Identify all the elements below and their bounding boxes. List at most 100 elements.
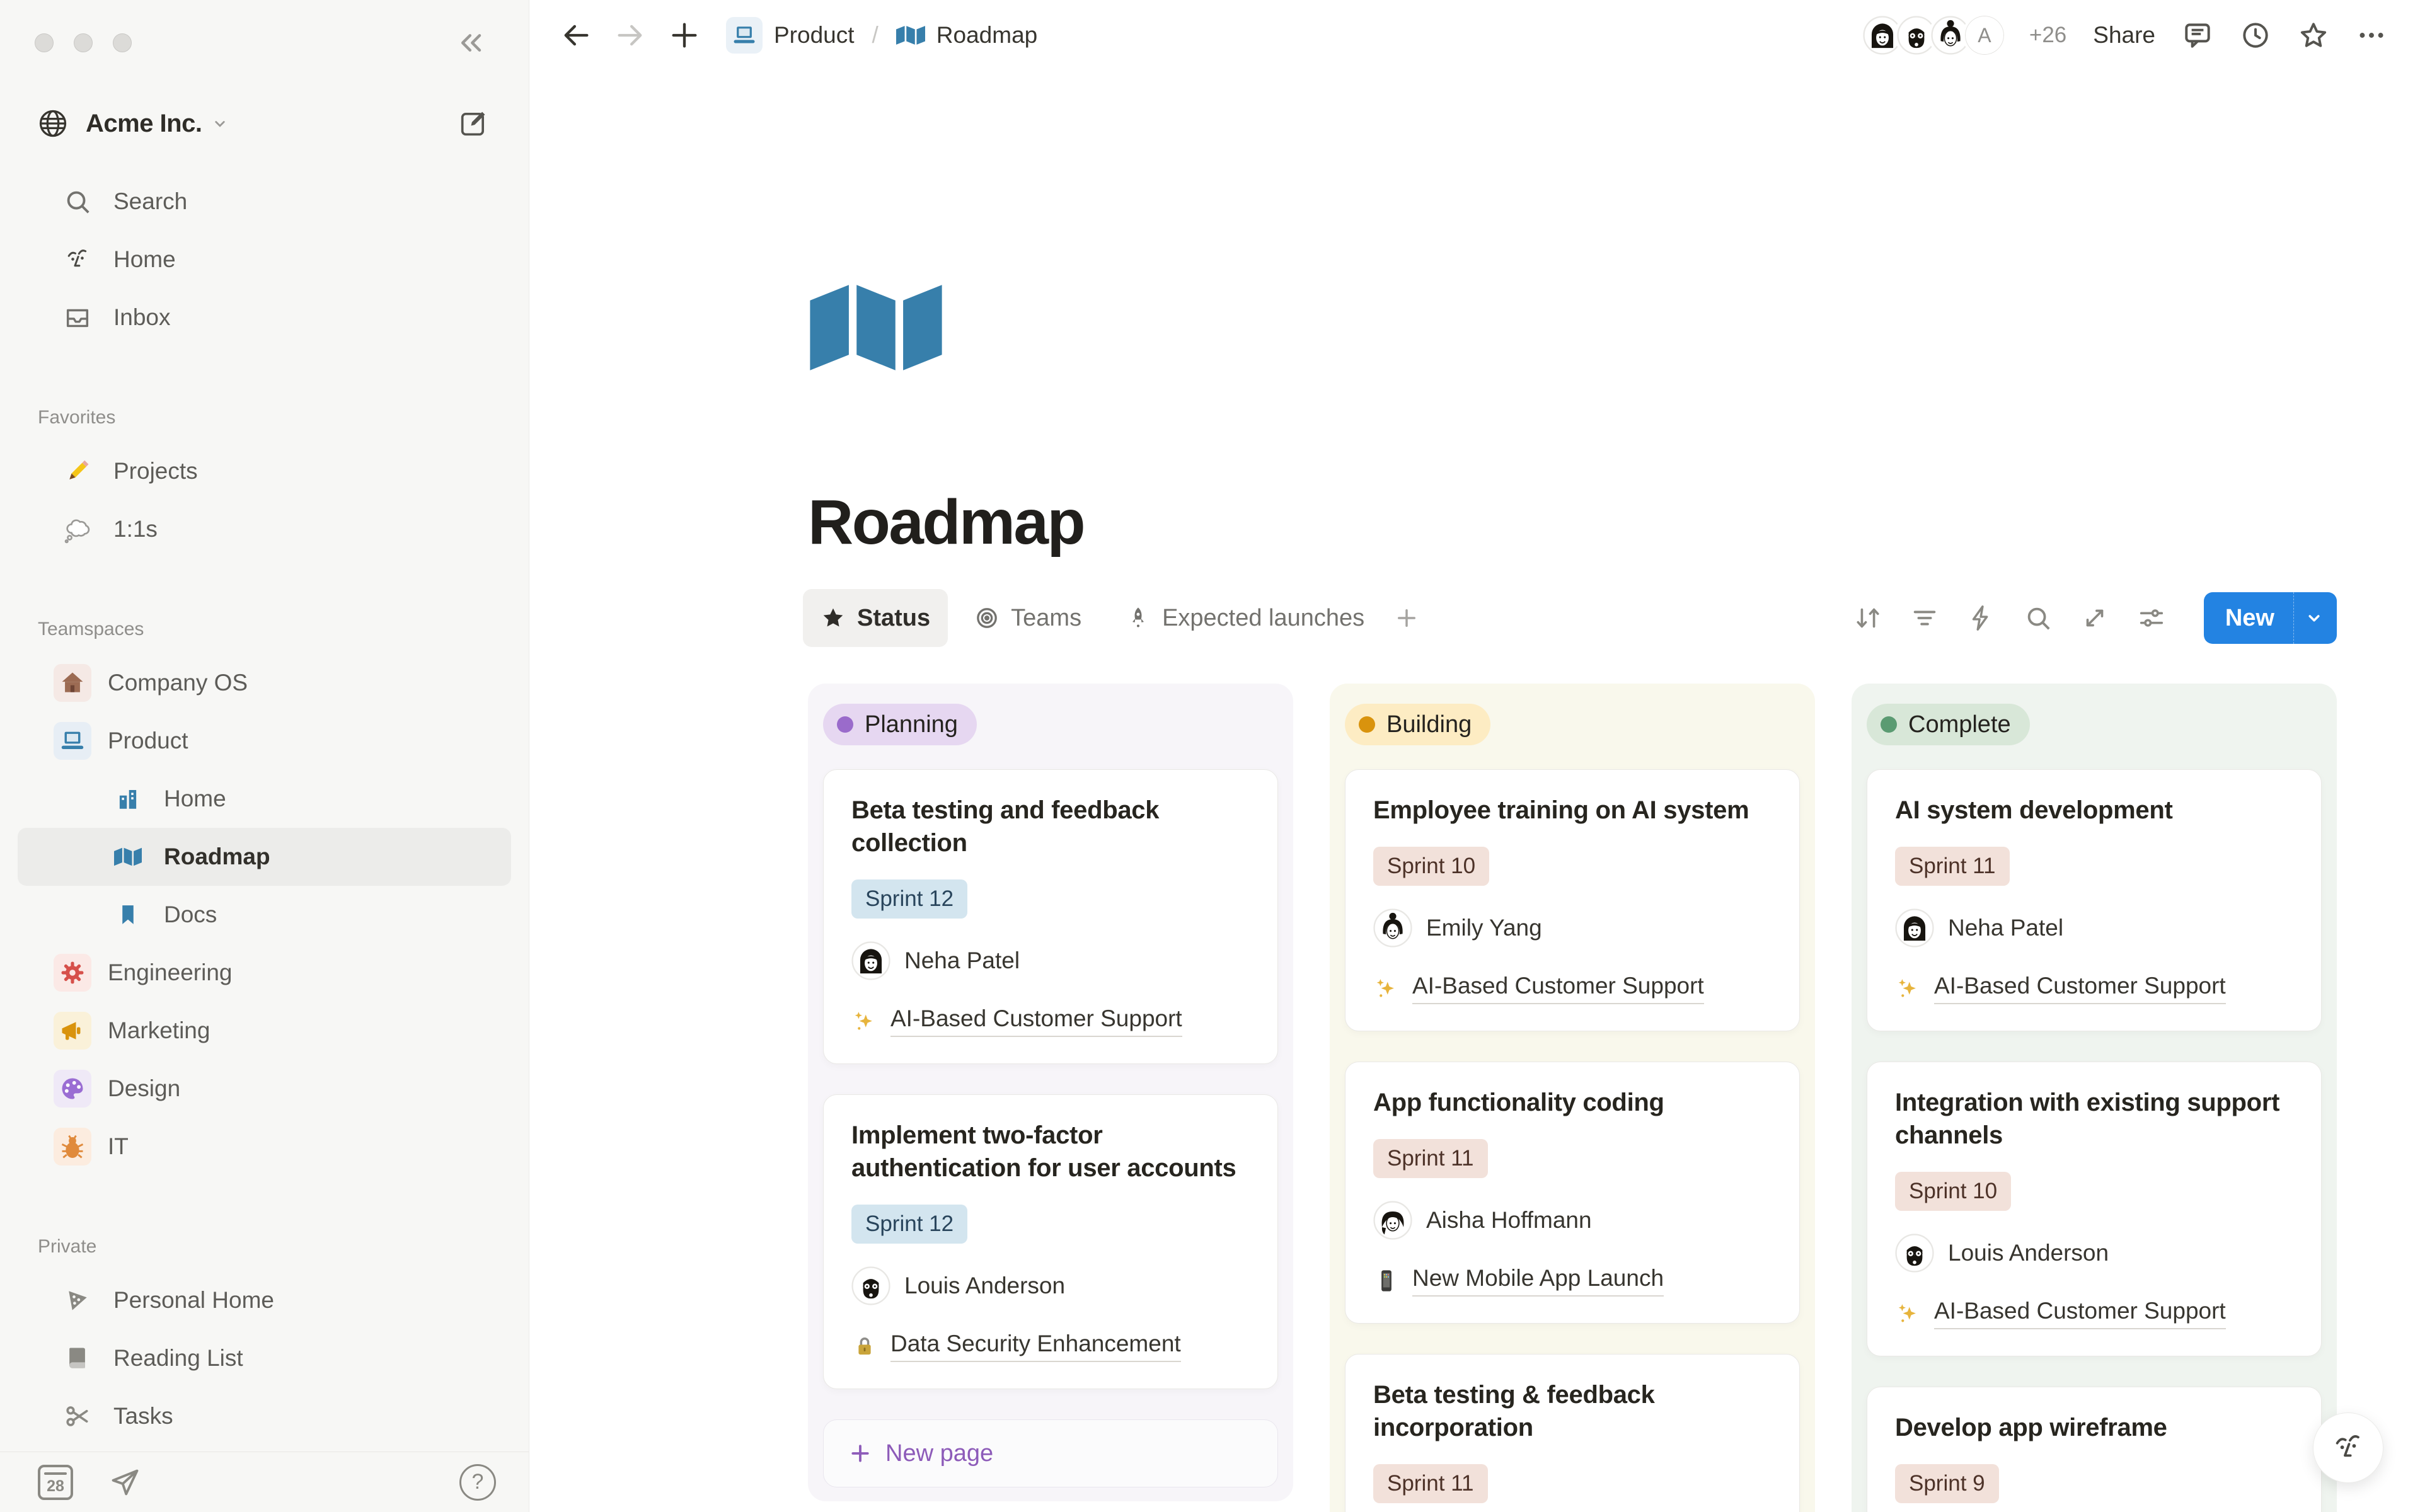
sidebar-collapse-icon[interactable] [453, 25, 488, 60]
window-close-button[interactable] [35, 33, 54, 52]
new-page-icon[interactable] [668, 19, 701, 52]
sidebar-item-marketing[interactable]: Marketing [18, 1002, 511, 1060]
section-label-teamspaces: Teamspaces [0, 619, 529, 640]
assignee: Louis Anderson [851, 1266, 1250, 1305]
sidebar-item-projects[interactable]: Projects [18, 442, 511, 500]
window-controls [0, 0, 529, 60]
card[interactable]: Beta testing and feedback collection Spr… [823, 769, 1278, 1064]
map-icon [896, 23, 925, 47]
filter-icon[interactable] [1910, 604, 1939, 633]
sidebar-item-product-docs[interactable]: Docs [18, 886, 511, 944]
send-icon[interactable] [108, 1466, 141, 1499]
page-icon-map[interactable] [808, 277, 2420, 378]
collaborator-avatars[interactable]: A [1860, 13, 2007, 57]
avatar [851, 941, 890, 980]
page-title[interactable]: Roadmap [808, 486, 2420, 559]
card[interactable]: Implement two-factor authentication for … [823, 1094, 1278, 1389]
view-settings-icon[interactable] [2137, 604, 2166, 633]
status-dot [1881, 716, 1897, 733]
column-status-pill[interactable]: Planning [823, 704, 977, 745]
new-dropdown-chevron-icon[interactable] [2293, 592, 2337, 644]
breadcrumb-team[interactable]: Product [774, 22, 855, 49]
updates-clock-icon[interactable] [2240, 20, 2271, 51]
sidebar-item-tasks[interactable]: Tasks [18, 1387, 511, 1445]
card[interactable]: App functionality coding Sprint 11 Aisha… [1345, 1062, 1800, 1324]
related-page-link[interactable]: AI-Based Customer Support [1895, 973, 2293, 1004]
assignee: Louis Anderson [1895, 1234, 2293, 1273]
tab-status[interactable]: Status [803, 589, 948, 647]
laptop-icon[interactable] [726, 17, 763, 54]
assignee: Aisha Hoffmann [1373, 1201, 1772, 1240]
related-page-link[interactable]: Data Security Enhancement [851, 1331, 1250, 1362]
house-icon [54, 664, 91, 702]
sidebar-item-design[interactable]: Design [18, 1060, 511, 1118]
sidebar-item-home[interactable]: Home [18, 231, 511, 289]
ai-face-icon [2330, 1429, 2366, 1466]
related-page-link[interactable]: AI-Based Customer Support [1373, 973, 1772, 1004]
new-page-button[interactable]: New page [823, 1419, 1278, 1487]
comments-icon[interactable] [2182, 20, 2213, 51]
card[interactable]: Employee training on AI system Sprint 10… [1345, 769, 1800, 1031]
add-view-icon[interactable] [1393, 605, 1420, 631]
breadcrumb-separator: / [872, 22, 879, 49]
forward-icon[interactable] [614, 19, 647, 52]
more-options-icon[interactable] [2356, 20, 2387, 51]
related-page-link[interactable]: New Mobile App Launch [1373, 1265, 1772, 1297]
column-planning: Planning Beta testing and feedback colle… [808, 684, 1293, 1501]
card[interactable]: Develop app wireframe Sprint 9 Emily Yan… [1867, 1387, 2322, 1512]
expand-icon[interactable] [2080, 604, 2109, 633]
sidebar-item-engineering[interactable]: Engineering [18, 944, 511, 1002]
workspace-switcher[interactable]: Acme Inc. [0, 100, 529, 147]
breadcrumb-page[interactable]: Roadmap [936, 22, 1037, 49]
bug-icon [54, 1128, 91, 1166]
card[interactable]: Beta testing & feedback incorporation Sp… [1345, 1354, 1800, 1512]
sidebar-item-company-os[interactable]: Company OS [18, 654, 511, 712]
sidebar-item-it[interactable]: IT [18, 1118, 511, 1176]
sidebar-item-search[interactable]: Search [18, 173, 511, 231]
window-minimize-button[interactable] [74, 33, 93, 52]
sidebar-item-product[interactable]: Product [18, 712, 511, 770]
collaborator-overflow-count[interactable]: +26 [2029, 23, 2066, 48]
sprint-tag: Sprint 10 [1373, 847, 1489, 886]
sprint-tag: Sprint 11 [1373, 1464, 1488, 1503]
lightning-icon[interactable] [1967, 604, 1996, 633]
window-zoom-button[interactable] [113, 33, 132, 52]
scissors-icon [62, 1402, 93, 1430]
back-icon[interactable] [560, 19, 592, 52]
related-page-link[interactable]: AI-Based Customer Support [851, 1005, 1250, 1037]
plus-icon [848, 1441, 873, 1466]
search-icon[interactable] [2024, 604, 2053, 633]
palette-icon [54, 1070, 91, 1108]
share-button[interactable]: Share [2093, 22, 2155, 49]
calendar-icon[interactable]: 28 [38, 1465, 73, 1500]
column-status-pill[interactable]: Complete [1867, 704, 2030, 745]
avatar [1895, 908, 1934, 948]
workspace-name: Acme Inc. [86, 110, 202, 138]
card[interactable]: AI system development Sprint 11 Neha Pat… [1867, 769, 2322, 1031]
tab-expected-launches[interactable]: Expected launches [1108, 589, 1382, 647]
avatar [1895, 1234, 1934, 1273]
sidebar-item-product-roadmap[interactable]: Roadmap [18, 828, 511, 886]
status-dot [1359, 716, 1375, 733]
card[interactable]: Integration with existing support channe… [1867, 1062, 2322, 1356]
main-area: Product / Roadmap A +26 Share [529, 0, 2420, 1512]
column-status-pill[interactable]: Building [1345, 704, 1490, 745]
sort-icon[interactable] [1853, 604, 1882, 633]
sparkles-icon [1895, 975, 1922, 1002]
lock-icon [851, 1333, 878, 1360]
sidebar-item-personal-home[interactable]: Personal Home [18, 1271, 511, 1329]
sidebar-item-inbox[interactable]: Inbox [18, 289, 511, 346]
sprint-tag: Sprint 11 [1373, 1139, 1488, 1178]
megaphone-icon [54, 1012, 91, 1050]
compose-icon[interactable] [457, 107, 490, 140]
sidebar-item-reading-list[interactable]: Reading List [18, 1329, 511, 1387]
related-page-link[interactable]: AI-Based Customer Support [1895, 1298, 2293, 1329]
gear-icon [54, 954, 91, 992]
notion-ai-button[interactable] [2313, 1412, 2383, 1483]
help-icon[interactable]: ? [459, 1464, 496, 1501]
new-button[interactable]: New [2204, 592, 2337, 644]
tab-teams[interactable]: Teams [957, 589, 1099, 647]
favorite-star-icon[interactable] [2298, 20, 2329, 51]
sidebar-item-product-home[interactable]: Home [18, 770, 511, 828]
sidebar-item-1on1s[interactable]: 1:1s [18, 500, 511, 558]
